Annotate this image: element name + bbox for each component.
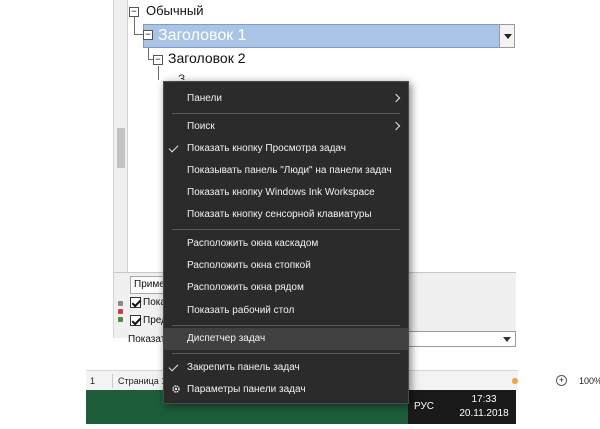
tree-connector	[158, 66, 159, 80]
menu-item-label: Показать кнопку Просмотра задач	[187, 143, 346, 154]
outline-item-heading3[interactable]: З	[178, 72, 196, 80]
zoom-slider-handle[interactable]	[512, 378, 518, 384]
menu-item-task-view-button[interactable]: Показать кнопку Просмотра задач	[164, 138, 408, 160]
bullet-icon	[118, 317, 123, 322]
menu-item-label: Закрепить панель задач	[187, 362, 300, 373]
chevron-right-icon	[391, 93, 401, 103]
checkbox-label: Предв	[143, 315, 164, 326]
menu-item-label: Диспетчер задач	[187, 333, 266, 344]
menu-item-label: Расположить окна стопкой	[187, 260, 311, 271]
menu-divider	[172, 353, 400, 354]
bullet-icon	[118, 309, 123, 314]
screenshot-stage: − Обычный Заголовок 1 − − Заголовок 2 З …	[0, 0, 600, 429]
bullet-icon	[118, 301, 123, 306]
chevron-right-icon	[391, 121, 401, 131]
menu-item-taskbar-settings[interactable]: Параметры панели задач	[164, 379, 408, 401]
outline-item-label: Заголовок 1	[158, 27, 247, 44]
collapse-icon[interactable]: −	[129, 7, 139, 17]
language-indicator[interactable]: РУС	[414, 401, 434, 412]
menu-divider	[172, 229, 400, 230]
menu-item-people-bar[interactable]: Показывать панель "Люди" на панели задач	[164, 160, 408, 182]
checkmark-icon	[168, 142, 179, 153]
menu-divider	[172, 325, 400, 326]
menu-item-label: Расположить окна рядом	[187, 282, 304, 293]
menu-item-label: Показать кнопку Windows Ink Workspace	[187, 187, 375, 198]
menu-item-touch-keyboard[interactable]: Показать кнопку сенсорной клавиатуры	[164, 204, 408, 226]
collapse-icon[interactable]: −	[153, 55, 163, 65]
gear-icon	[172, 385, 180, 393]
outline-item-heading1[interactable]: Заголовок 1	[143, 24, 500, 48]
status-separator	[112, 374, 113, 388]
menu-item-label: Поиск	[187, 121, 215, 132]
menu-divider	[172, 113, 400, 114]
clock-date[interactable]: 20.11.2018	[456, 408, 512, 419]
show-preview-checkbox[interactable]	[130, 297, 141, 308]
menu-item-label: Параметры панели задач	[187, 384, 306, 395]
menu-item-label: Расположить окна каскадом	[187, 238, 319, 249]
system-tray: РУС 17:33 20.11.2018	[408, 390, 516, 424]
menu-item-ink-workspace[interactable]: Показать кнопку Windows Ink Workspace	[164, 182, 408, 204]
menu-item-label: Показывать панель "Люди" на панели задач	[187, 165, 392, 176]
status-cell: 1	[90, 376, 96, 386]
menu-item-toolbars[interactable]: Панели	[164, 88, 408, 110]
outline-item-normal[interactable]: Обычный	[146, 3, 203, 18]
collapse-icon[interactable]: −	[143, 30, 153, 40]
apply-button[interactable]: Примени	[130, 276, 166, 294]
page-counter[interactable]: Страница 1 с	[118, 376, 164, 386]
menu-item-stack[interactable]: Расположить окна стопкой	[164, 255, 408, 277]
scrollbar-thumb[interactable]	[117, 128, 125, 168]
menu-item-search[interactable]: Поиск	[164, 116, 408, 138]
zoom-in-icon[interactable]: +	[556, 375, 567, 386]
pane-side-icons	[116, 298, 125, 332]
ruler-strip	[86, 0, 114, 338]
checkmark-icon	[168, 361, 179, 372]
preview-styles-checkbox[interactable]	[130, 315, 141, 326]
menu-item-side-by-side[interactable]: Расположить окна рядом	[164, 277, 408, 299]
menu-item-label: Показать рабочий стол	[187, 305, 295, 316]
outline-item-heading2[interactable]: Заголовок 2	[168, 50, 246, 66]
menu-item-label: Панели	[187, 93, 222, 104]
menu-item-label: Показать кнопку сенсорной клавиатуры	[187, 209, 372, 220]
menu-item-task-manager[interactable]: Диспетчер задач	[164, 328, 408, 350]
show-styles-select[interactable]	[406, 331, 516, 347]
zoom-level[interactable]: 100%	[579, 376, 600, 386]
show-label: Показат	[128, 334, 164, 345]
menu-item-lock-taskbar[interactable]: Закрепить панель задач	[164, 357, 408, 379]
menu-item-show-desktop[interactable]: Показать рабочий стол	[164, 300, 408, 322]
menu-item-cascade[interactable]: Расположить окна каскадом	[164, 233, 408, 255]
heading-dropdown-button[interactable]	[499, 24, 515, 48]
tree-connector	[134, 34, 143, 35]
taskbar-context-menu: Панели Поиск Показать кнопку Просмотра з…	[163, 81, 409, 404]
checkbox-label: Показ	[143, 297, 164, 308]
clock-time[interactable]: 17:33	[458, 394, 510, 405]
